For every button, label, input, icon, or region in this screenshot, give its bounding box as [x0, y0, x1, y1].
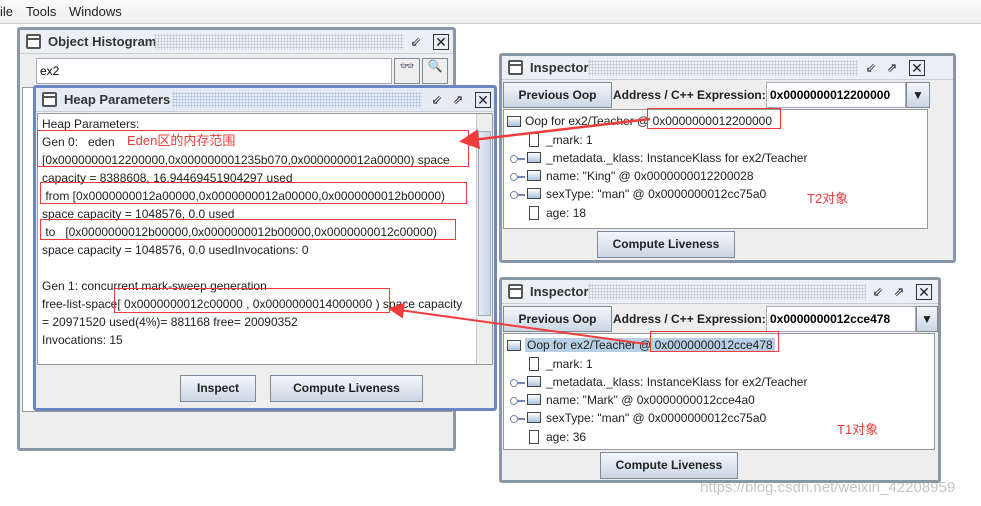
- arrow-t1-to-oldgen: [388, 302, 647, 345]
- arrow-t2-to-eden: [459, 117, 651, 150]
- annotation-arrows: [388, 117, 651, 345]
- watermark: https://blog.csdn.net/weixin_42208959: [700, 479, 956, 496]
